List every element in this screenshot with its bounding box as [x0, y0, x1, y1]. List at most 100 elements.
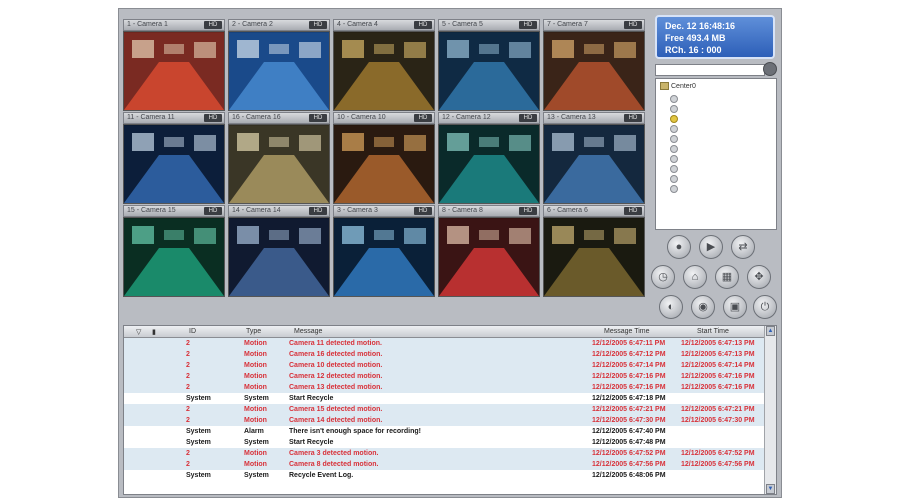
table-row[interactable]: 2 Motion Camera 12 detected motion. 12/12/2…: [124, 371, 766, 382]
hd-badge[interactable]: HD: [204, 207, 222, 215]
row-id: System: [186, 439, 211, 446]
camera-tile[interactable]: 8 - Camera 8 HD: [438, 205, 540, 298]
log-scrollbar[interactable]: ▲ ▼: [764, 326, 776, 494]
camera-tile[interactable]: 11 - Camera 11 HD: [123, 112, 225, 205]
tree-node-camera[interactable]: [670, 125, 730, 135]
table-row[interactable]: 2 Motion Camera 15 detected motion. 12/12/2…: [124, 404, 766, 415]
scroll-up-icon[interactable]: ▲: [766, 326, 775, 336]
hd-badge[interactable]: HD: [414, 114, 432, 122]
table-row[interactable]: System Alarm There isn't enough space for …: [124, 426, 766, 437]
table-row[interactable]: 2 Motion Camera 3 detected motion. 12/12/20…: [124, 448, 766, 459]
camera-tile-header: 7 - Camera 7 HD: [543, 19, 645, 31]
row-type: Motion: [244, 384, 267, 391]
table-row[interactable]: 2 Motion Camera 11 detected motion. 12/12/2…: [124, 338, 766, 349]
table-row[interactable]: 2 Motion Camera 13 detected motion. 12/12/2…: [124, 382, 766, 393]
camera-tile[interactable]: 4 - Camera 4 HD: [333, 19, 435, 112]
camera-tile[interactable]: 16 - Camera 16 HD: [228, 112, 330, 205]
camera-tile-header: 5 - Camera 5 HD: [438, 19, 540, 31]
tree-node-camera[interactable]: [670, 105, 730, 115]
hd-badge[interactable]: HD: [204, 21, 222, 29]
tree-node-camera[interactable]: [670, 115, 730, 125]
camera-tile[interactable]: 3 - Camera 3 HD: [333, 205, 435, 298]
camera-tile[interactable]: 13 - Camera 13 HD: [543, 112, 645, 205]
table-row[interactable]: System System Recycle Event Log. 12/12/2005…: [124, 470, 766, 481]
status-datetime: Dec. 12 16:48:16: [665, 21, 736, 31]
camera-tree[interactable]: Center0: [655, 78, 777, 230]
hd-badge[interactable]: HD: [624, 21, 642, 29]
hd-badge[interactable]: HD: [624, 207, 642, 215]
tree-node-camera[interactable]: [670, 95, 730, 105]
exit-button[interactable]: ⏻: [753, 295, 777, 319]
row-message: Camera 12 detected motion.: [289, 373, 383, 380]
camera-feed-image: [543, 31, 645, 111]
snapshot-button[interactable]: ◉: [691, 295, 715, 319]
camera-tile[interactable]: 5 - Camera 5 HD: [438, 19, 540, 112]
tree-node-camera[interactable]: [670, 175, 730, 185]
table-row[interactable]: System System Start Recycle 12/12/2005 6:47…: [124, 393, 766, 404]
camera-tile[interactable]: 6 - Camera 6 HD: [543, 205, 645, 298]
camera-tile[interactable]: 14 - Camera 14 HD: [228, 205, 330, 298]
table-row[interactable]: 2 Motion Camera 8 detected motion. 12/12/20…: [124, 459, 766, 470]
row-message-time: 12/12/2005 6:48:06 PM: [592, 472, 666, 479]
pin-icon[interactable]: ▮: [152, 328, 156, 336]
camera-tile[interactable]: 10 - Camera 10 HD: [333, 112, 435, 205]
col-header-start-time[interactable]: Start Time: [697, 328, 729, 335]
row-id: 2: [186, 340, 190, 347]
camera-search-input[interactable]: [655, 64, 765, 76]
camera-tile[interactable]: 15 - Camera 15 HD: [123, 205, 225, 298]
col-header-type[interactable]: Type: [246, 328, 261, 335]
table-row[interactable]: 2 Motion Camera 14 detected motion. 12/12/2…: [124, 415, 766, 426]
camera-icon: [670, 185, 678, 193]
tree-node-camera[interactable]: [670, 155, 730, 165]
tree-node-camera[interactable]: [670, 185, 730, 195]
filter-icon[interactable]: ▽: [136, 328, 141, 336]
camera-label: 15 - Camera 15: [127, 207, 176, 214]
hd-badge[interactable]: HD: [519, 114, 537, 122]
hd-badge[interactable]: HD: [309, 21, 327, 29]
event-log-table: ▽ ▮ ID Type Message Message Time Start T…: [123, 325, 777, 495]
tree-node-camera[interactable]: [670, 165, 730, 175]
status-recording: RCh. 16 : 000: [665, 45, 722, 55]
col-header-id[interactable]: ID: [189, 328, 196, 335]
camera-tile[interactable]: 1 - Camera 1 HD: [123, 19, 225, 112]
network-button[interactable]: ⇄: [731, 235, 755, 259]
lock-button[interactable]: ⌂: [683, 265, 707, 289]
camera-feed-image: [228, 31, 330, 111]
tree-node-camera[interactable]: [670, 145, 730, 155]
config-button[interactable]: ▦: [715, 265, 739, 289]
playback-button[interactable]: ▶: [699, 235, 723, 259]
hd-badge[interactable]: HD: [204, 114, 222, 122]
camera-feed-image: [228, 217, 330, 297]
camera-feed-image: [438, 124, 540, 204]
hd-badge[interactable]: HD: [624, 114, 642, 122]
camera-label: 1 - Camera 1: [127, 21, 168, 28]
ptz-button[interactable]: ✥: [747, 265, 771, 289]
col-header-message-time[interactable]: Message Time: [604, 328, 650, 335]
schedule-button[interactable]: ◷: [651, 265, 675, 289]
row-message: Camera 13 detected motion.: [289, 384, 383, 391]
col-header-message[interactable]: Message: [294, 328, 322, 335]
scroll-down-icon[interactable]: ▼: [766, 484, 775, 494]
tree-node-camera[interactable]: [670, 135, 730, 145]
hd-badge[interactable]: HD: [519, 207, 537, 215]
tree-root[interactable]: Center0: [660, 82, 696, 90]
table-row[interactable]: 2 Motion Camera 16 detected motion. 12/12/2…: [124, 349, 766, 360]
camera-label: 10 - Camera 10: [337, 114, 386, 121]
hd-badge[interactable]: HD: [414, 207, 432, 215]
camera-tile-header: 1 - Camera 1 HD: [123, 19, 225, 31]
camera-label: 6 - Camera 6: [547, 207, 588, 214]
backup-button[interactable]: ▣: [723, 295, 747, 319]
camera-tile[interactable]: 12 - Camera 12 HD: [438, 112, 540, 205]
zoom-button[interactable]: ◐: [659, 295, 683, 319]
record-button[interactable]: ●: [667, 235, 691, 259]
camera-tile[interactable]: 7 - Camera 7 HD: [543, 19, 645, 112]
table-row[interactable]: System System Start Recycle 12/12/2005 6:47…: [124, 437, 766, 448]
camera-icon: [670, 135, 678, 143]
table-row[interactable]: 2 Motion Camera 10 detected motion. 12/12/2…: [124, 360, 766, 371]
hd-badge[interactable]: HD: [309, 207, 327, 215]
search-icon[interactable]: [763, 62, 777, 76]
hd-badge[interactable]: HD: [519, 21, 537, 29]
camera-tile[interactable]: 2 - Camera 2 HD: [228, 19, 330, 112]
hd-badge[interactable]: HD: [414, 21, 432, 29]
hd-badge[interactable]: HD: [309, 114, 327, 122]
